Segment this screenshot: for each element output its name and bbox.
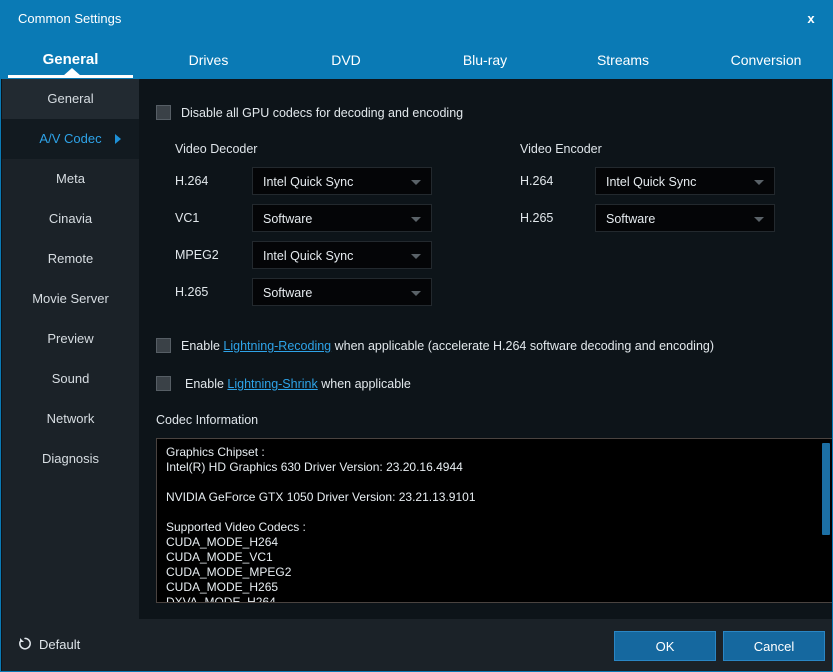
chevron-down-icon (411, 180, 421, 185)
default-button[interactable]: Default (39, 637, 80, 652)
dropdown-h-265[interactable]: Software (595, 204, 775, 232)
chevron-down-icon (411, 217, 421, 222)
sidebar-item-preview[interactable]: Preview (2, 319, 139, 359)
dropdown-value: Software (263, 212, 313, 226)
dropdown-mpeg2[interactable]: Intel Quick Sync (252, 241, 432, 269)
dropdown-value: Intel Quick Sync (263, 175, 354, 189)
dropdown-value: Intel Quick Sync (263, 249, 354, 263)
tab-bar: General Drives DVD Blu-ray Streams Conversion (1, 41, 832, 79)
lightning-shrink-link[interactable]: Lightning-Shrink (227, 377, 317, 391)
chevron-down-icon (411, 254, 421, 259)
tab-streams[interactable]: Streams (567, 41, 679, 79)
video-encoder-heading: Video Encoder (520, 142, 602, 156)
reset-icon[interactable] (17, 636, 33, 652)
codec-information-label: Codec Information (156, 413, 259, 427)
sidebar-item-label: Remote (47, 251, 94, 266)
title-bar: Common Settings x (1, 1, 832, 41)
tab-dvd[interactable]: DVD (291, 41, 401, 79)
tab-drives[interactable]: Drives (151, 41, 266, 79)
sidebar-item-label: Preview (47, 331, 94, 346)
chevron-right-icon (115, 134, 121, 144)
ok-button[interactable]: OK (614, 631, 716, 661)
common-settings-dialog: Common Settings x General Drives DVD Blu-ra… (0, 0, 833, 672)
active-tab-pointer-icon (63, 68, 81, 76)
codec-row-label: H.265 (520, 211, 554, 225)
cancel-button[interactable]: Cancel (723, 631, 825, 661)
dropdown-h-265[interactable]: Software (252, 278, 432, 306)
sidebar: General A/V Codec Meta Cinavia Remote Movie S… (2, 79, 139, 619)
sidebar-item-label: General (47, 91, 94, 106)
codec-row-label: VC1 (175, 211, 200, 225)
disable-gpu-checkbox[interactable] (156, 105, 171, 120)
codec-row-label: H.264 (175, 174, 209, 188)
sidebar-item-network[interactable]: Network (2, 399, 139, 439)
tab-conversion[interactable]: Conversion (705, 41, 827, 79)
lightning-shrink-suffix: when applicable (317, 377, 411, 391)
sidebar-item-label: Network (46, 411, 95, 426)
dropdown-h-264[interactable]: Intel Quick Sync (595, 167, 775, 195)
dropdown-value: Intel Quick Sync (606, 175, 697, 189)
sidebar-item-general[interactable]: General (2, 79, 139, 119)
sidebar-item-label: Diagnosis (41, 451, 100, 466)
chevron-down-icon (411, 291, 421, 296)
close-icon[interactable]: x (798, 7, 824, 31)
sidebar-item-sound[interactable]: Sound (2, 359, 139, 399)
dropdown-vc1[interactable]: Software (252, 204, 432, 232)
sidebar-item-cinavia[interactable]: Cinavia (2, 199, 139, 239)
lightning-recoding-suffix: when applicable (accelerate H.264 softwa… (331, 339, 715, 353)
lightning-shrink-prefix: Enable (185, 377, 228, 391)
lightning-recoding-label: Enable Lightning-Recoding when applicabl… (181, 339, 714, 353)
sidebar-item-remote[interactable]: Remote (2, 239, 139, 279)
main-panel: Disable all GPU codecs for decoding and … (139, 79, 832, 619)
disable-gpu-label: Disable all GPU codecs for decoding and … (181, 106, 464, 120)
lightning-shrink-label: Enable Lightning-Shrink when applicable (185, 377, 411, 391)
codec-row-label: MPEG2 (175, 248, 219, 262)
sidebar-item-movie-server[interactable]: Movie Server (2, 279, 139, 319)
dropdown-value: Software (606, 212, 656, 226)
tab-blu-ray[interactable]: Blu-ray (429, 41, 541, 79)
codec-row-label: H.264 (520, 174, 554, 188)
chevron-down-icon (754, 217, 764, 222)
lightning-recoding-checkbox[interactable] (156, 338, 171, 353)
dropdown-value: Software (263, 286, 313, 300)
codec-information-text: Graphics Chipset : Intel(R) HD Graphics … (166, 445, 476, 603)
sidebar-item-label: Movie Server (32, 291, 109, 306)
codec-row-label: H.265 (175, 285, 209, 299)
lightning-recoding-link[interactable]: Lightning-Recoding (223, 339, 331, 353)
lightning-shrink-checkbox[interactable] (156, 376, 171, 391)
lightning-recoding-prefix: Enable (181, 339, 224, 353)
sidebar-item-meta[interactable]: Meta (2, 159, 139, 199)
codec-scrollbar-thumb[interactable] (822, 443, 830, 535)
codec-information-box[interactable]: Graphics Chipset : Intel(R) HD Graphics … (156, 438, 832, 603)
window-title: Common Settings (18, 11, 122, 26)
video-decoder-heading: Video Decoder (175, 142, 258, 156)
sidebar-item-label: Meta (56, 171, 85, 186)
sidebar-item-a-v-codec[interactable]: A/V Codec (2, 119, 139, 159)
sidebar-item-diagnosis[interactable]: Diagnosis (2, 439, 139, 479)
sidebar-item-label: Cinavia (48, 211, 93, 226)
dropdown-h-264[interactable]: Intel Quick Sync (252, 167, 432, 195)
sidebar-item-label: Sound (51, 371, 90, 386)
sidebar-item-label: A/V Codec (39, 131, 102, 146)
chevron-down-icon (754, 180, 764, 185)
